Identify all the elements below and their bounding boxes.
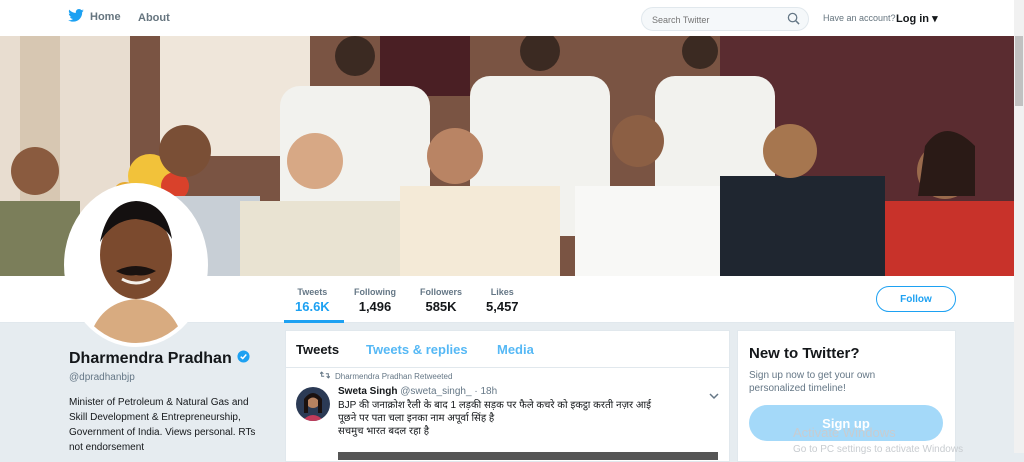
tweet-author-handle[interactable]: @sweta_singh_ <box>400 386 471 397</box>
tweet-media-preview[interactable] <box>338 452 718 460</box>
scrollbar-thumb[interactable] <box>1015 36 1023 106</box>
tweet-separator: · <box>474 386 478 397</box>
profile-handle[interactable]: @dpradhanbjp <box>69 372 135 383</box>
search-icon[interactable] <box>787 12 800 30</box>
follow-button[interactable]: Follow <box>876 286 956 312</box>
stat-tweets-label: Tweets <box>297 287 328 297</box>
profile-avatar[interactable] <box>64 183 208 347</box>
tweet-text-line-3: सचमुच भारत बदल रहा है <box>338 426 430 437</box>
tab-media[interactable]: Media <box>497 342 534 357</box>
chevron-down-icon[interactable] <box>709 387 719 405</box>
stat-likes[interactable]: Likes 5,457 <box>486 287 519 314</box>
stat-following-value: 1,496 <box>358 299 392 314</box>
tweet-text-line-1: BJP की जनाक्रोश रैली के बाद 1 लड़की सड़क… <box>338 400 651 411</box>
tweet-header: Sweta Singh @sweta_singh_ · 18h <box>338 386 497 397</box>
search-input[interactable] <box>650 11 784 28</box>
stat-following[interactable]: Following 1,496 <box>354 287 396 314</box>
stat-followers-label: Followers <box>420 287 463 297</box>
tweet-time[interactable]: 18h <box>480 386 497 397</box>
tweet-author-avatar[interactable] <box>296 387 330 421</box>
stat-tweets[interactable]: Tweets 16.6K <box>295 287 330 314</box>
retweet-icon <box>319 371 331 381</box>
caret-down-icon: ▾ <box>932 13 938 25</box>
tab-tweets[interactable]: Tweets <box>296 342 339 357</box>
nav-home-link[interactable]: Home <box>68 9 121 25</box>
tweet-author-name[interactable]: Sweta Singh <box>338 386 397 397</box>
profile-bio: Minister of Petroleum & Natural Gas and … <box>69 397 256 453</box>
login-label: Log in <box>896 13 929 25</box>
profile-name-text: Dharmendra Pradhan <box>69 350 232 367</box>
stat-followers-value: 585K <box>425 299 457 314</box>
stat-following-label: Following <box>354 287 396 297</box>
timeline-tabs: Tweets Tweets & replies Media <box>286 331 729 368</box>
timeline-card: Tweets Tweets & replies Media Dharmendra… <box>285 330 730 462</box>
stat-likes-label: Likes <box>490 287 514 297</box>
stat-likes-value: 5,457 <box>486 299 519 314</box>
tab-tweets-replies[interactable]: Tweets & replies <box>366 342 468 357</box>
search-box[interactable] <box>641 7 809 31</box>
active-stat-indicator <box>284 320 344 323</box>
retweet-context: Dharmendra Pradhan Retweeted <box>319 371 453 381</box>
login-dropdown[interactable]: Log in ▾ <box>896 12 938 25</box>
activate-windows-watermark: Activate Windows <box>793 425 896 440</box>
activate-windows-subtitle: Go to PC settings to activate Windows <box>793 444 964 455</box>
profile-name[interactable]: Dharmendra Pradhan <box>69 350 250 368</box>
twitter-bird-icon <box>68 9 84 25</box>
signup-card: New to Twitter? Sign up now to get your … <box>737 330 956 462</box>
signup-subtitle: Sign up now to get your own personalized… <box>749 370 876 394</box>
tweet-text-line-2: पूछने पर पता चला इनका नाम अपूर्वा सिंह ह… <box>338 413 495 424</box>
stat-followers[interactable]: Followers 585K <box>420 287 462 314</box>
nav-home-label: Home <box>90 11 121 23</box>
have-account-text: Have an account? <box>823 13 896 23</box>
page-scrollbar[interactable] <box>1014 0 1024 453</box>
top-navigation-bar: Home About Have an account? Log in ▾ <box>0 0 1024 37</box>
signup-title: New to Twitter? <box>749 345 860 362</box>
tweet-text: BJP की जनाक्रोश रैली के बाद 1 लड़की सड़क… <box>338 399 708 438</box>
verified-badge-icon <box>237 350 250 368</box>
nav-about-link[interactable]: About <box>138 12 170 24</box>
stat-tweets-value: 16.6K <box>295 299 330 314</box>
retweet-context-text: Dharmendra Pradhan Retweeted <box>335 371 453 381</box>
